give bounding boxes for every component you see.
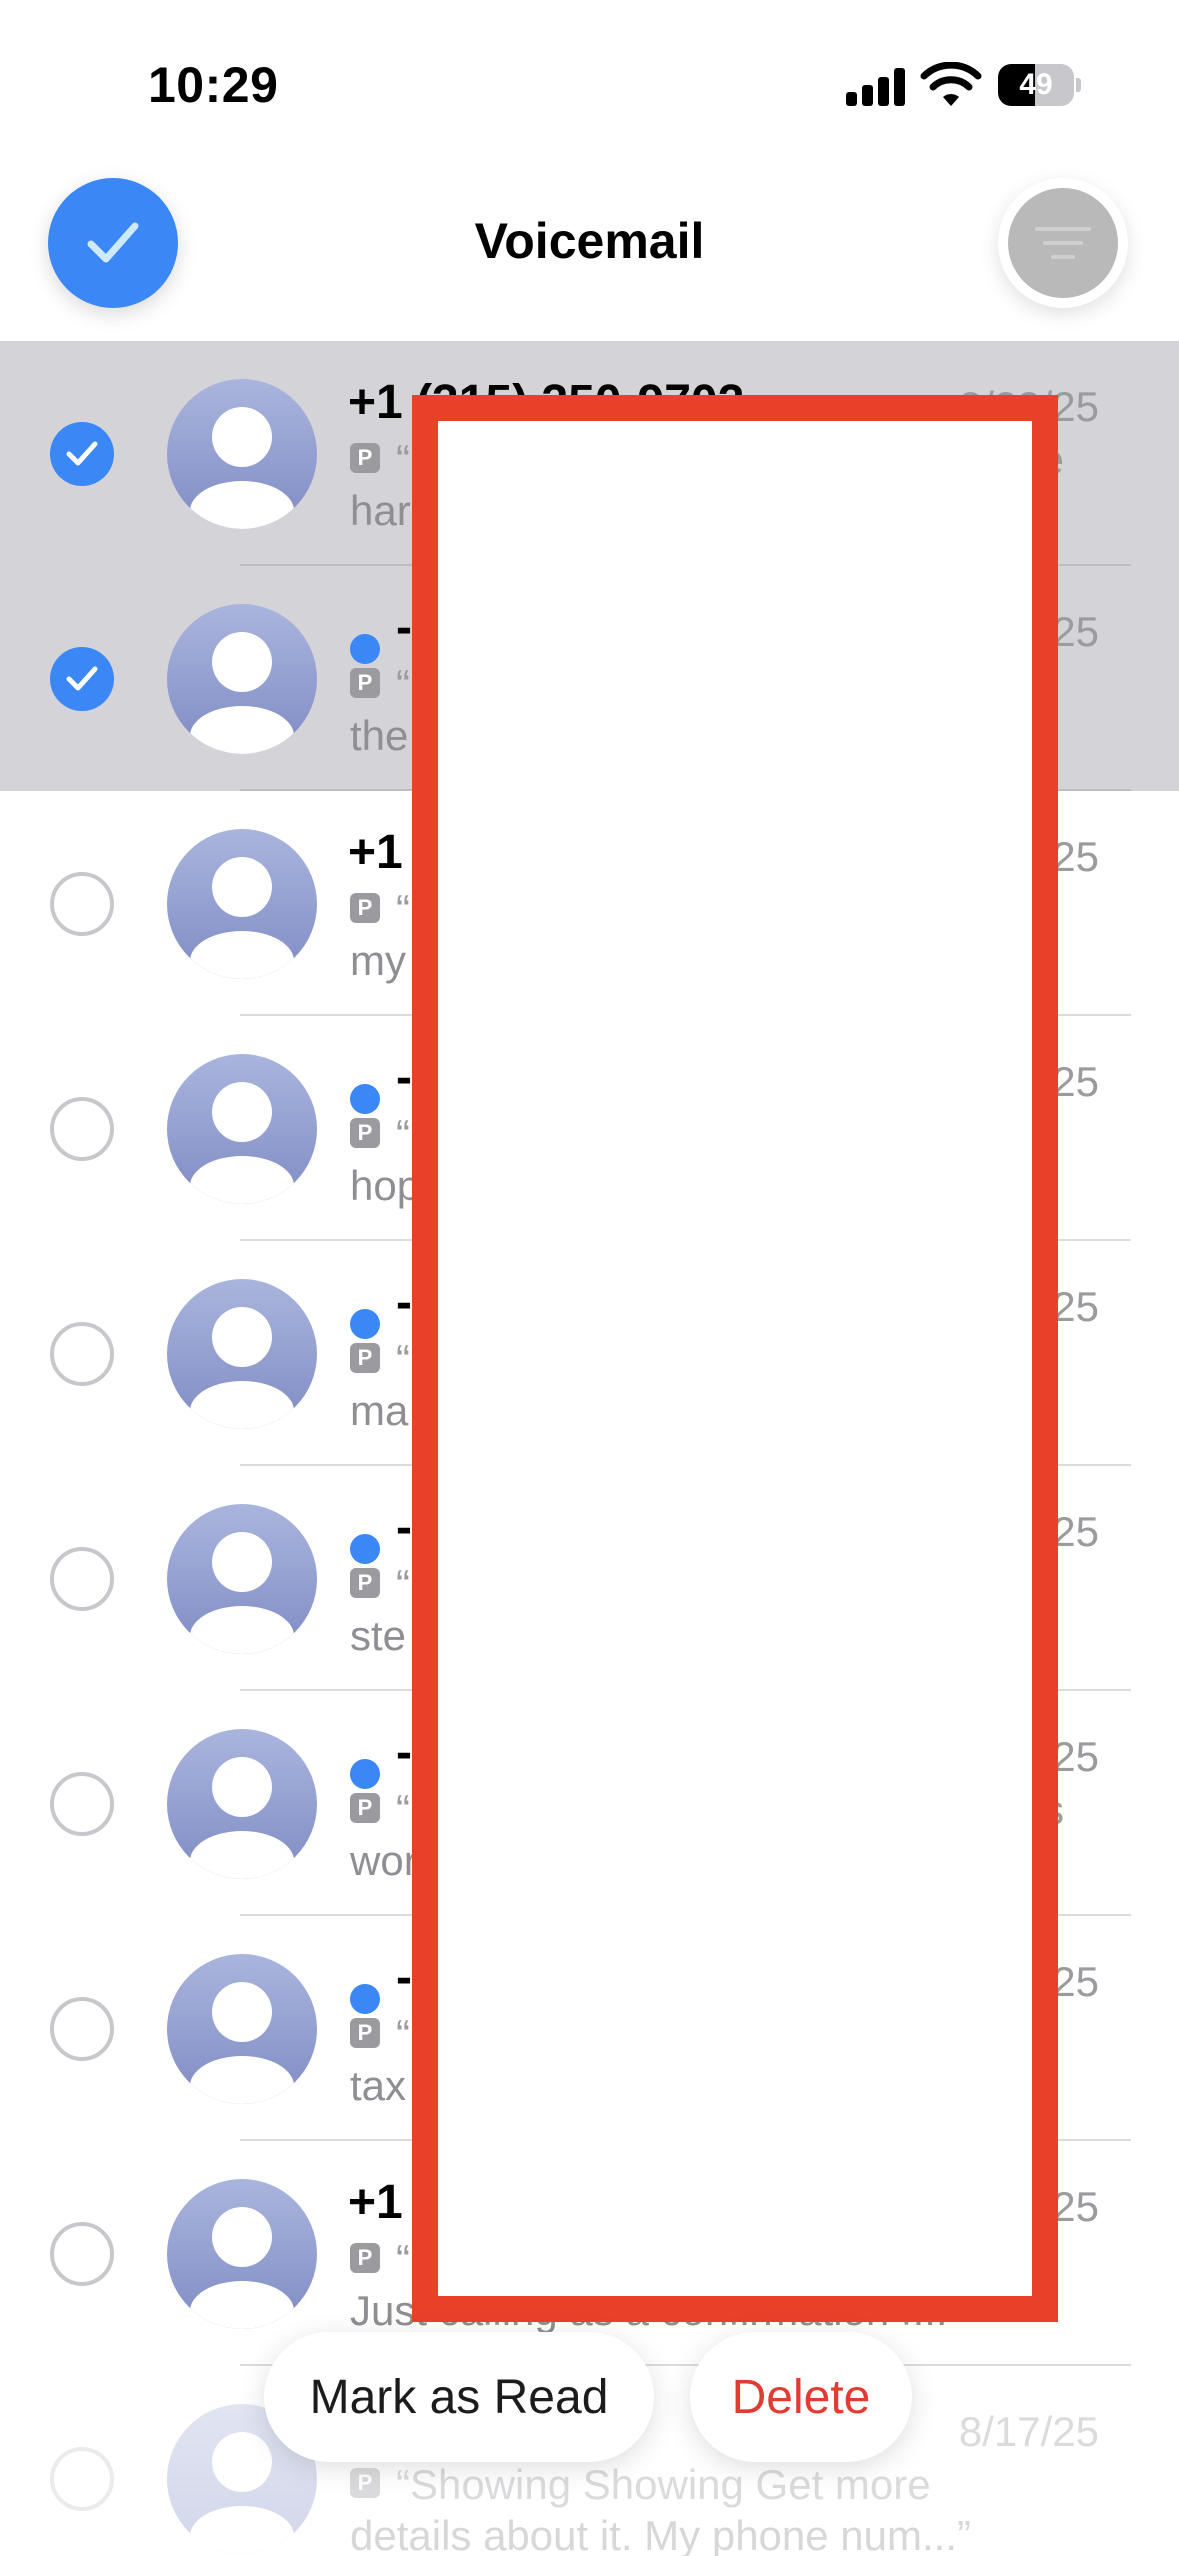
checkmark-icon — [66, 441, 98, 466]
status-bar: 10:29 49 — [0, 0, 1179, 160]
voicemail-date: 25 — [1052, 1958, 1099, 2005]
voicemail-date: 25 — [1052, 833, 1099, 880]
caller-name: - — [396, 601, 412, 654]
avatar — [167, 1729, 317, 1879]
avatar — [167, 1954, 317, 2104]
transcript-badge: P — [350, 1343, 380, 1373]
caller-name: +1 — [348, 826, 403, 879]
unread-dot — [350, 634, 380, 664]
transcript-badge: P — [350, 443, 380, 473]
unread-dot — [350, 1309, 380, 1339]
transcript-line-2: tax — [350, 2062, 407, 2109]
avatar — [167, 1054, 317, 1204]
transcript-line-2: har — [350, 487, 411, 534]
unselected-checkbox[interactable] — [50, 1772, 114, 1836]
contact-silhouette-icon — [190, 632, 294, 754]
contact-silhouette-icon — [190, 857, 294, 979]
transcript-line-1: “ — [396, 1786, 410, 1833]
transcript-line-2: ma — [350, 1387, 409, 1434]
transcript-line-1: “ — [396, 2236, 410, 2283]
caller-name: - — [396, 1726, 412, 1779]
transcript-line-2: hop — [350, 1162, 421, 1209]
unselected-checkbox[interactable] — [50, 1997, 114, 2061]
transcript-badge: P — [350, 2018, 380, 2048]
avatar — [167, 2179, 317, 2329]
transcript-badge: P — [350, 2243, 380, 2273]
battery-icon: 49 — [998, 64, 1081, 106]
transcript-line-2: the — [350, 712, 409, 759]
transcript-badge: P — [350, 1793, 380, 1823]
contact-silhouette-icon — [190, 1082, 294, 1204]
transcript-badge: P — [350, 1118, 380, 1148]
contact-silhouette-icon — [190, 1307, 294, 1429]
selected-checkbox[interactable] — [50, 647, 114, 711]
caller-name: - — [396, 1051, 412, 1104]
filter-icon — [1008, 188, 1118, 298]
avatar — [167, 1279, 317, 1429]
transcript-line-1: “ — [396, 1111, 410, 1158]
filter-button[interactable] — [998, 178, 1128, 308]
unread-dot — [350, 1084, 380, 1114]
transcript-line-2: my — [350, 937, 406, 984]
avatar — [167, 1504, 317, 1654]
contact-silhouette-icon — [190, 1757, 294, 1879]
voicemail-date: 25 — [1052, 1733, 1099, 1780]
transcript-line-1: “ — [396, 2011, 410, 2058]
bottom-toolbar: Mark as Read Delete — [0, 2320, 1179, 2480]
voicemail-date: 25 — [1052, 1058, 1099, 1105]
transcript-line-1: “ — [396, 436, 410, 483]
cellular-signal-icon — [846, 68, 906, 106]
status-time: 10:29 — [148, 57, 279, 113]
transcript-line-2: details about it. My phone num...” — [350, 2512, 971, 2556]
battery-level: 49 — [1019, 68, 1053, 101]
transcript-badge: P — [350, 1568, 380, 1598]
transcript-line-1: “ — [396, 886, 410, 933]
unselected-checkbox[interactable] — [50, 1322, 114, 1386]
voicemail-date: 25 — [1052, 1508, 1099, 1555]
avatar — [167, 604, 317, 754]
mark-as-read-button[interactable]: Mark as Read — [264, 2332, 654, 2462]
unselected-checkbox[interactable] — [50, 1547, 114, 1611]
voicemail-date: 25 — [1052, 2183, 1099, 2230]
unselected-checkbox[interactable] — [50, 1097, 114, 1161]
unread-dot — [350, 1984, 380, 2014]
transcript-badge: P — [350, 893, 380, 923]
voicemail-date: 25 — [1052, 608, 1099, 655]
wifi-icon — [920, 62, 982, 106]
transcript-line-1: “ — [396, 1336, 410, 1383]
transcript-line-2: wor — [350, 1837, 418, 1884]
contact-silhouette-icon — [190, 1982, 294, 2104]
caller-name: +1 — [348, 2176, 403, 2229]
transcript-line-2: ste — [350, 1612, 407, 1659]
transcript-line-1: “ — [396, 1561, 410, 1608]
delete-button[interactable]: Delete — [690, 2332, 912, 2462]
caller-name: - — [396, 1951, 412, 2004]
caller-name: - — [396, 1501, 412, 1554]
caller-name: - — [396, 1276, 412, 1329]
redaction-box — [412, 395, 1058, 2322]
checkmark-icon — [66, 666, 98, 691]
contact-silhouette-icon — [190, 1532, 294, 1654]
unread-dot — [350, 1534, 380, 1564]
unread-dot — [350, 1759, 380, 1789]
selected-checkbox[interactable] — [50, 422, 114, 486]
voicemail-date: 25 — [1052, 1283, 1099, 1330]
avatar — [167, 379, 317, 529]
contact-silhouette-icon — [190, 2207, 294, 2329]
contact-silhouette-icon — [190, 407, 294, 529]
avatar — [167, 829, 317, 979]
transcript-line-1: “ — [396, 661, 410, 708]
unselected-checkbox[interactable] — [50, 872, 114, 936]
unselected-checkbox[interactable] — [50, 2222, 114, 2286]
transcript-badge: P — [350, 668, 380, 698]
